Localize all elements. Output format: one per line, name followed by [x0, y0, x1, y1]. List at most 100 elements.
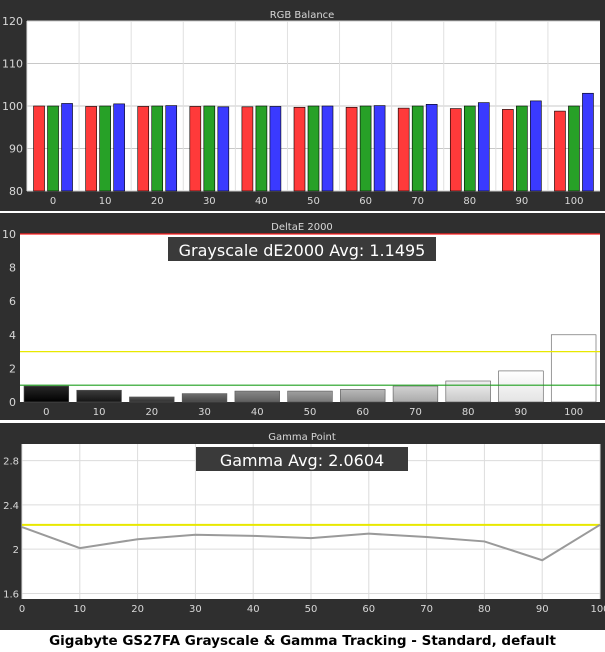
rgb-x-tick-label: 20: [151, 196, 164, 207]
rgb-bar-red: [397, 107, 410, 192]
rgb-bar-red: [449, 108, 462, 192]
deltae-x-tick-label: 90: [515, 407, 528, 418]
rgb-bar-blue: [113, 103, 125, 192]
rgb-bar-blue: [530, 100, 542, 192]
chart-stage: RGB Balance 80 90 100 110 120 0 10 20 30 40 50 60 70 8…: [0, 0, 605, 652]
deltae-x-tick-label: 60: [356, 407, 369, 418]
rgb-y-tick-label: 120: [2, 15, 23, 28]
rgb-bar-green: [203, 105, 216, 192]
gamma-title: Gamma Point: [268, 432, 336, 443]
rgb-y-tick-label: 110: [2, 58, 23, 71]
charts-canvas: RGB Balance80901001101200 10 20 30 40 50 60 70 8…: [0, 0, 605, 630]
deltae-x-tick-label: 30: [198, 407, 211, 418]
rgb-y-tick-label: 90: [9, 143, 23, 156]
rgb-x-tick-label: 60: [359, 196, 372, 207]
gamma-y-tick-label: 2.8: [3, 457, 19, 468]
gamma-y-tick-label: 2: [13, 545, 19, 556]
rgb-bar-green: [151, 105, 164, 192]
rgb-x-tick-label: 90: [515, 196, 528, 207]
rgb-bar-green: [411, 105, 424, 192]
rgb-bar-red: [502, 109, 514, 192]
rgb-x-tick-label: 80: [463, 196, 476, 207]
rgb-bar-blue: [477, 102, 490, 192]
rgb-x-tick-label: 100: [564, 196, 583, 207]
rgb-bar-green: [47, 105, 59, 192]
rgb-balance-title: RGB Balance: [270, 10, 335, 21]
gamma-x-tick-label: 60: [362, 604, 375, 615]
deltae-x-tick-label: 20: [145, 407, 158, 418]
rgb-y-tick-label: 100: [2, 100, 23, 113]
rgb-bar-blue: [61, 103, 73, 192]
rgb-bar-red: [293, 106, 306, 192]
rgb-x-tick-label: 70: [411, 196, 424, 207]
rgb-x-tick-label: 30: [203, 196, 216, 207]
deltae-bar: [287, 390, 333, 403]
deltae-bar: [340, 389, 386, 403]
deltae-bar: [445, 380, 491, 403]
rgb-bar-blue: [165, 105, 178, 192]
rgb-bar-blue: [217, 106, 230, 192]
gamma-x-tick-label: 90: [536, 604, 549, 615]
rgb-bar-green: [568, 105, 580, 192]
rgb-bar-red: [85, 106, 97, 192]
deltae-bar: [23, 385, 70, 403]
rgb-x-tick-label: 0: [50, 196, 56, 207]
gamma-x-tick-label: 100: [590, 604, 605, 615]
gamma-x-tick-label: 70: [420, 604, 433, 615]
gamma-x-tick-label: 50: [305, 604, 318, 615]
deltae-y-tick-label: 4: [9, 329, 16, 342]
gamma-x-tick-label: 10: [73, 604, 86, 615]
deltae-y-tick-label: 2: [9, 362, 16, 375]
gamma-annotation-text: Gamma Avg: 2.0604: [220, 451, 384, 470]
deltae-bar: [76, 389, 122, 403]
deltae-y-tick-label: 10: [2, 228, 16, 241]
deltae-bar: [550, 334, 597, 403]
gamma-x-tick-label: 30: [189, 604, 202, 615]
deltae-bar: [234, 390, 280, 403]
rgb-bar-blue: [373, 105, 386, 192]
gamma-y-tick-label: 1.6: [3, 589, 19, 600]
deltae-x-tick-label: 70: [409, 407, 422, 418]
deltae-y-tick-label: 6: [9, 295, 16, 308]
deltae-y-tick-label: 8: [9, 262, 16, 275]
rgb-bar-green: [99, 105, 111, 192]
gamma-y-tick-label: 2.4: [3, 501, 19, 512]
rgb-bar-red: [345, 106, 358, 192]
rgb-bar-green: [359, 105, 372, 192]
rgb-bar-blue: [425, 104, 438, 192]
deltae-x-tick-label: 10: [93, 407, 106, 418]
gamma-x-tick-label: 80: [478, 604, 491, 615]
rgb-y-tick-label: 80: [9, 185, 23, 198]
rgb-bar-blue: [582, 92, 594, 192]
rgb-bar-red: [189, 106, 202, 192]
deltae-bar: [392, 385, 439, 403]
rgb-bar-red: [137, 106, 150, 192]
gamma-x-tick-label: 20: [131, 604, 144, 615]
chart-caption: Gigabyte GS27FA Grayscale & Gamma Tracki…: [49, 633, 556, 649]
gamma-x-tick-label: 0: [19, 604, 25, 615]
deltae-bar: [498, 370, 544, 403]
deltae-x-tick-label: 0: [43, 407, 49, 418]
deltae-bar: [181, 393, 228, 403]
deltae-title: DeltaE 2000: [271, 222, 333, 233]
rgb-bar-blue: [269, 106, 282, 192]
rgb-bar-green: [463, 105, 476, 192]
rgb-bar-green: [255, 105, 268, 192]
rgb-x-tick-label: 40: [255, 196, 268, 207]
rgb-bar-green: [516, 105, 528, 192]
deltae-y-tick-label: 0: [9, 396, 16, 409]
deltae-x-tick-label: 40: [251, 407, 264, 418]
rgb-x-tick-label: 10: [99, 196, 112, 207]
deltae-x-tick-label: 100: [564, 407, 583, 418]
deltae-x-tick-label: 80: [462, 407, 475, 418]
deltae-bar: [129, 396, 175, 403]
rgb-bar-red: [554, 110, 566, 192]
rgb-x-tick-label: 50: [307, 196, 320, 207]
deltae-x-tick-label: 50: [304, 407, 317, 418]
rgb-bar-green: [307, 105, 320, 192]
deltae-annotation-text: Grayscale dE2000 Avg: 1.1495: [179, 241, 426, 260]
rgb-bar-red: [33, 105, 45, 192]
rgb-bar-blue: [321, 105, 334, 192]
rgb-bar-red: [241, 106, 254, 192]
gamma-x-tick-label: 40: [247, 604, 260, 615]
